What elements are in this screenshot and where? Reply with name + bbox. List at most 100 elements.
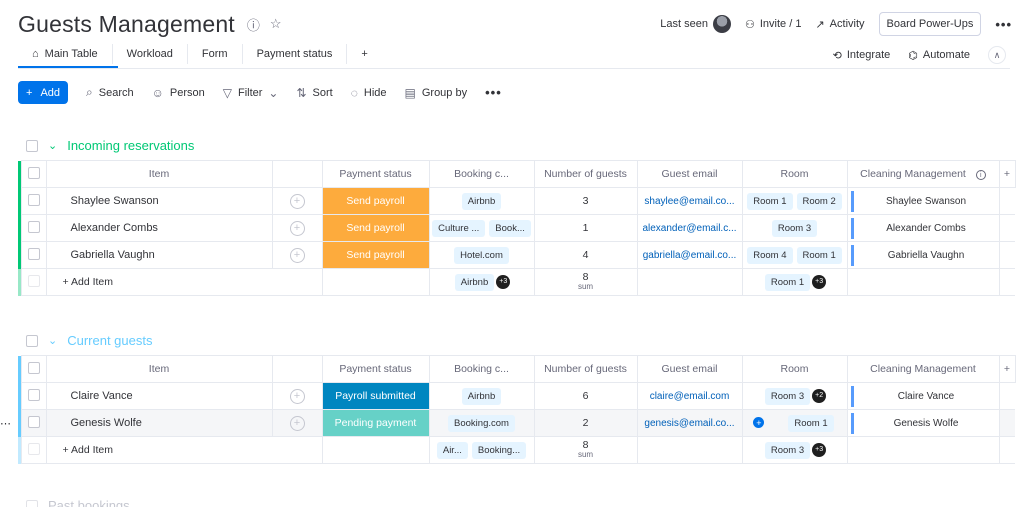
row-checkbox[interactable] [27,193,40,206]
filter-button[interactable]: ▽ Filter ⌄ [223,86,279,100]
info-icon[interactable]: ⓘ [247,15,260,34]
tab-payment-status[interactable]: Payment status [243,44,348,64]
add-update-icon[interactable]: + [289,193,305,209]
more-count-badge[interactable]: +3 [496,274,511,289]
row-checkbox[interactable] [27,247,40,260]
column-header-room[interactable]: Room [741,160,848,188]
room-cell[interactable]: Room 3 [741,214,848,242]
item-name-cell[interactable]: Gabriella Vaughn [45,241,273,269]
last-seen-button[interactable]: Last seen [660,15,731,33]
item-name-cell[interactable]: Claire Vance [45,382,273,410]
more-count-badge[interactable]: +2 [812,388,827,403]
activity-button[interactable]: ↗ Activity [815,18,864,31]
guests-cell[interactable]: 6 [533,382,638,410]
add-update-icon[interactable]: + [289,247,305,263]
star-icon[interactable]: ☆ [270,16,282,32]
group-by-button[interactable]: ▤ Group by [405,86,468,100]
column-header-cleaning[interactable]: Cleaning Management [846,355,1000,383]
column-header-payment[interactable]: Payment status [321,160,430,188]
column-header-email[interactable]: Guest email [636,355,743,383]
column-header-guests[interactable]: Number of guests [533,160,638,188]
guests-cell[interactable]: 3 [533,187,638,215]
cleaning-cell[interactable]: Claire Vance [846,382,1000,410]
add-update-icon[interactable]: + [289,388,305,404]
add-item-input[interactable]: + Add Item [45,268,323,296]
tab-main-table[interactable]: ⌂ Main Table [18,44,113,64]
column-header-item[interactable]: Item [45,160,273,188]
email-cell[interactable]: gabriella@email.co... [636,241,743,269]
cleaning-cell[interactable]: Shaylee Swanson [846,187,1000,215]
column-header-room[interactable]: Room [741,355,848,383]
item-name-cell[interactable]: Shaylee Swanson [45,187,273,215]
sort-button[interactable]: ⇅ Sort [296,86,332,100]
integrate-button[interactable]: ⟲ Integrate [833,49,891,62]
select-all-checkbox[interactable] [27,361,40,374]
tab-workload[interactable]: Workload [113,44,188,64]
automate-button[interactable]: ⌬ Automate [908,49,970,62]
booking-cell[interactable]: Booking.com [428,409,535,437]
add-room-icon[interactable]: + [753,417,765,429]
row-checkbox[interactable] [27,415,40,428]
booking-cell[interactable]: Airbnb [428,382,535,410]
group-title[interactable]: Current guests [67,333,152,348]
email-cell[interactable]: genesis@email.co... [636,409,743,437]
group-title[interactable]: Past bookings [48,498,130,507]
hide-button[interactable]: ◌ Hide [351,86,387,100]
drag-handle-icon[interactable]: ⋯ [0,417,11,430]
room-cell[interactable]: Room 3 +2 [741,382,848,410]
guests-cell[interactable]: 1 [533,214,638,242]
column-header-booking[interactable]: Booking c... [428,160,535,188]
guests-cell[interactable]: 2 [533,409,638,437]
row-checkbox[interactable] [27,220,40,233]
cleaning-cell[interactable]: Alexander Combs [846,214,1000,242]
item-name-cell[interactable]: Alexander Combs [45,214,273,242]
group-checkbox[interactable] [26,139,38,152]
item-name-cell[interactable]: Genesis Wolfe [45,409,273,437]
board-title[interactable]: Guests Management [18,11,235,38]
toolbar-more-icon[interactable]: ••• [485,85,502,100]
add-button[interactable]: + Add [18,81,69,104]
add-update-icon[interactable]: + [289,415,305,431]
column-header-booking[interactable]: Booking c... [428,355,535,383]
payment-status-cell[interactable]: Send payroll [321,241,430,269]
guests-cell[interactable]: 4 [533,241,638,269]
column-header-email[interactable]: Guest email [636,160,743,188]
email-cell[interactable]: claire@email.com [636,382,743,410]
collapse-header-icon[interactable]: ∧ [988,46,1006,64]
payment-status-cell[interactable]: Pending payment [321,409,430,437]
cleaning-cell[interactable]: Gabriella Vaughn [846,241,1000,269]
add-view-button[interactable]: + [347,44,381,64]
group-checkbox[interactable] [26,499,38,507]
booking-cell[interactable]: Airbnb [428,187,535,215]
room-cell[interactable]: Room 1 Room 2 [741,187,848,215]
room-cell[interactable]: Room 4 Room 1 [741,241,848,269]
more-options-icon[interactable]: ••• [995,17,1012,32]
board-power-ups-button[interactable]: Board Power-Ups [878,12,982,36]
tab-form[interactable]: Form [188,44,243,64]
select-all-checkbox[interactable] [27,166,40,179]
column-header-item[interactable]: Item [45,355,273,383]
group-title[interactable]: Incoming reservations [67,138,194,153]
cleaning-cell[interactable]: Genesis Wolfe [846,409,1000,437]
chevron-down-icon[interactable]: ⌄ [48,334,57,347]
search-button[interactable]: ⌕ Search [86,85,134,100]
person-filter-button[interactable]: ☺ Person [152,86,205,100]
add-column-button[interactable]: + [998,160,1016,188]
add-update-icon[interactable]: + [289,220,305,236]
column-header-payment[interactable]: Payment status [321,355,430,383]
booking-cell[interactable]: Hotel.com [428,241,535,269]
email-cell[interactable]: shaylee@email.co... [636,187,743,215]
payment-status-cell[interactable]: Send payroll [321,214,430,242]
payment-status-cell[interactable]: Send payroll [321,187,430,215]
more-count-badge[interactable]: +3 [812,442,827,457]
column-header-guests[interactable]: Number of guests [533,355,638,383]
group-checkbox[interactable] [26,334,38,347]
add-column-button[interactable]: + [998,355,1016,383]
booking-cell[interactable]: Culture ... Book... [428,214,535,242]
add-item-input[interactable]: + Add Item [45,436,323,464]
column-header-cleaning[interactable]: Cleaning Management i [846,160,1000,188]
row-checkbox[interactable] [27,388,40,401]
email-cell[interactable]: alexander@email.c... [636,214,743,242]
chevron-down-icon[interactable]: ⌄ [48,139,57,152]
info-icon[interactable]: i [975,170,986,181]
